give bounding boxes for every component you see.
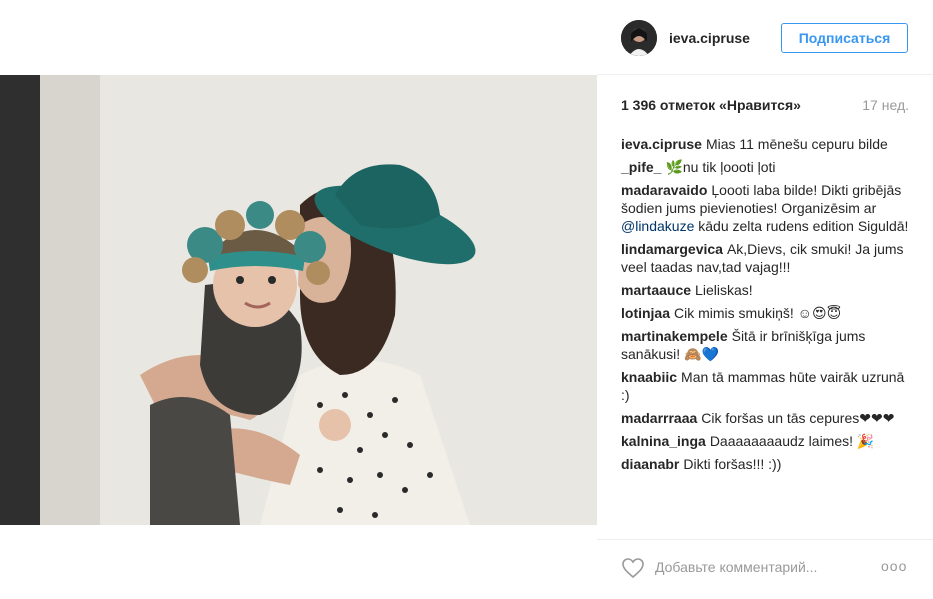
comment-item: diaanabr Dikti foršas!!! :))	[621, 455, 909, 473]
comment-item: lotinjaa Cik mimis smukiņš! ☺😍😇	[621, 304, 909, 322]
comment-author[interactable]: kalnina_inga	[621, 433, 706, 449]
heart-icon[interactable]	[621, 557, 645, 579]
comment-text: Cik foršas un tās cepures❤❤❤	[701, 410, 895, 426]
comment-text: kādu zelta rudens edition Siguldā!	[694, 218, 909, 234]
comment-author[interactable]: knaabiic	[621, 369, 677, 385]
comment-item: _pife_ 🌿nu tik ļoooti ļoti	[621, 158, 909, 176]
mention-link[interactable]: @lindakuze	[621, 218, 694, 234]
username-link[interactable]: ieva.cipruse	[669, 30, 750, 46]
comment-author[interactable]: _pife_	[621, 159, 661, 175]
comment-item: martaauce Lieliskas!	[621, 281, 909, 299]
post-photo[interactable]	[0, 75, 597, 525]
comment-author[interactable]: lindamargevica	[621, 241, 723, 257]
comment-author[interactable]: lotinjaa	[621, 305, 670, 321]
follow-button[interactable]: Подписаться	[781, 23, 908, 53]
comment-author[interactable]: ieva.cipruse	[621, 136, 702, 152]
comment-text: Daaaaaaaaudz laimes! 🎉	[709, 433, 875, 449]
comment-input[interactable]	[655, 556, 865, 578]
comment-author[interactable]: diaanabr	[621, 456, 679, 472]
more-icon[interactable]: ooo	[881, 558, 907, 574]
comment-item: madaravaido Ļoooti laba bilde! Dikti grib…	[621, 181, 909, 235]
post-sidebar: ieva.cipruse Подписаться 1 396 отметок «…	[597, 0, 933, 599]
post-header: ieva.cipruse Подписаться	[597, 0, 933, 75]
comment-author[interactable]: madarrraaa	[621, 410, 697, 426]
comment-text: Mias 11 mēnešu cepuru bilde	[705, 136, 888, 152]
post-time[interactable]: 17 нед.	[862, 97, 909, 113]
likes-count[interactable]: 1 396 отметок «Нравится»	[621, 97, 801, 113]
comment-text: Cik mimis smukiņš! ☺😍😇	[674, 305, 842, 321]
comment-text: 🌿nu tik ļoooti ļoti	[665, 159, 776, 175]
comment-author[interactable]: madaravaido	[621, 182, 707, 198]
avatar[interactable]	[621, 20, 657, 56]
comment-item: kalnina_inga Daaaaaaaaudz laimes! 🎉	[621, 432, 909, 450]
comments-list: ieva.cipruse Mias 11 mēnešu cepuru bilde …	[621, 135, 909, 478]
comment-bar: ooo	[597, 539, 933, 594]
comment-text: Lieliskas!	[695, 282, 753, 298]
comment-item: knaabiic Man tā mammas hūte vairāk uzrunā…	[621, 368, 909, 404]
comment-item: madarrraaa Cik foršas un tās cepures❤❤❤	[621, 409, 909, 427]
comment-author[interactable]: martaauce	[621, 282, 691, 298]
comment-author[interactable]: martinakempele	[621, 328, 728, 344]
likes-row: 1 396 отметок «Нравится» 17 нед.	[621, 97, 909, 117]
comment-item: lindamargevica Ak,Dievs, cik smuki! Ja ju…	[621, 240, 909, 276]
comment-item: ieva.cipruse Mias 11 mēnešu cepuru bilde	[621, 135, 909, 153]
comment-item: martinakempele Šitā ir brīnišķīga jums sa…	[621, 327, 909, 363]
comment-text: Dikti foršas!!! :))	[683, 456, 782, 472]
